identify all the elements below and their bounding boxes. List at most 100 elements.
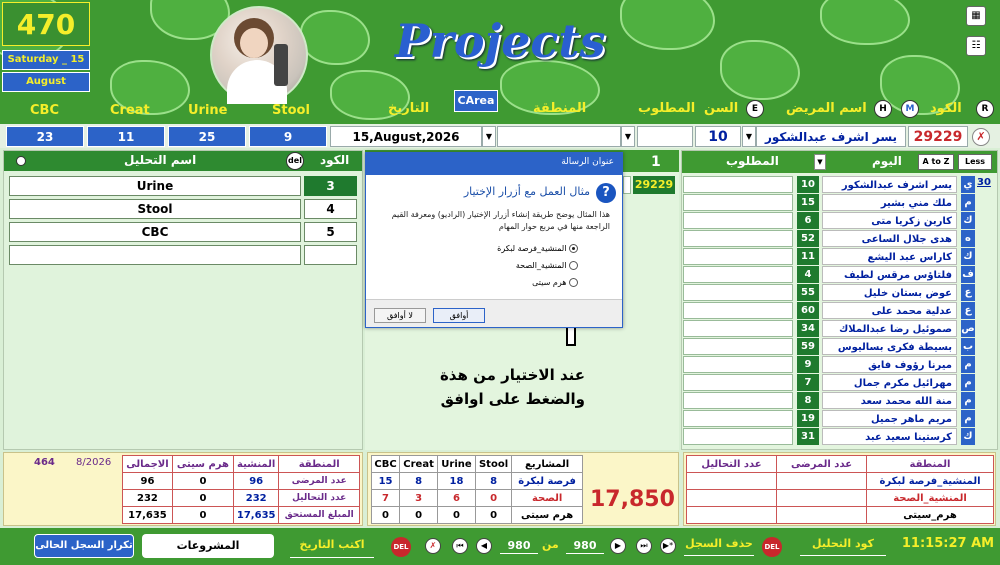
patient-name[interactable]: منة الله محمد سعد: [822, 392, 957, 409]
patient-name[interactable]: ملك مني بشير: [822, 194, 957, 211]
delete-record-field[interactable]: حذف السجل: [684, 534, 754, 556]
required-cell[interactable]: [683, 176, 793, 193]
record-from[interactable]: 980: [500, 538, 538, 554]
test-row[interactable]: Urine 3: [9, 176, 357, 196]
list-item[interactable]: 10 يسر اشرف عبدالشكور ي: [682, 176, 998, 193]
button-h[interactable]: H: [874, 100, 892, 118]
test-code-cell[interactable]: 3: [304, 176, 357, 196]
patient-name[interactable]: صموئيل رضا عبدالملاك: [822, 320, 957, 337]
nav-next-icon[interactable]: ▶: [610, 538, 626, 554]
nav-new-icon[interactable]: ▶*: [660, 538, 676, 554]
required-cell[interactable]: [683, 284, 793, 301]
dialog-option-1[interactable]: المنشية_فرصة لبكرة: [406, 244, 578, 253]
repeat-record-button[interactable]: تكرار السجل الحالى: [34, 534, 134, 558]
required-cell[interactable]: [683, 230, 793, 247]
test-name-cell[interactable]: [9, 245, 301, 265]
sort-atoz-button[interactable]: A to Z: [918, 154, 954, 170]
toolbar-icon-top[interactable]: ▦: [966, 6, 986, 26]
projects-field[interactable]: المشروعات: [142, 534, 274, 558]
middle-code-input[interactable]: [623, 176, 631, 194]
region-field[interactable]: [497, 126, 621, 147]
button-m[interactable]: M: [901, 100, 919, 118]
patient-name[interactable]: فلتاؤس مرقس لطيف: [822, 266, 957, 283]
delete-date-button[interactable]: DEL: [391, 537, 411, 557]
cbc-field[interactable]: 23: [6, 126, 84, 147]
list-item[interactable]: 8 منة الله محمد سعد م: [682, 392, 998, 409]
test-name-cell[interactable]: Stool: [9, 199, 301, 219]
required-cell[interactable]: [683, 302, 793, 319]
required-cell[interactable]: [683, 194, 793, 211]
less-button[interactable]: Less: [958, 154, 992, 170]
required-cell[interactable]: [683, 212, 793, 229]
list-item[interactable]: 34 صموئيل رضا عبدالملاك ص: [682, 320, 998, 337]
list-item[interactable]: 55 عوض بستان خليل ع: [682, 284, 998, 301]
required-cell[interactable]: [683, 428, 793, 445]
list-item[interactable]: 59 بسيطة فكرى بساليوس ب: [682, 338, 998, 355]
patient-name-field[interactable]: يسر اشرف عبدالشكور: [756, 126, 906, 147]
nav-last-icon[interactable]: ⏭: [636, 538, 652, 554]
list-item[interactable]: 7 مهرائيل مكرم جمال م: [682, 374, 998, 391]
list-item[interactable]: 60 عدلية محمد على ع: [682, 302, 998, 319]
list-item[interactable]: 4 فلتاؤس مرقس لطيف ف: [682, 266, 998, 283]
day-dropdown[interactable]: ▼: [814, 154, 826, 170]
dialog-option-3[interactable]: هرم سيتى: [406, 278, 578, 287]
clear-icon[interactable]: ✗: [972, 128, 990, 146]
required-field[interactable]: [637, 126, 693, 147]
required-cell[interactable]: [683, 374, 793, 391]
nav-first-icon[interactable]: ⏮: [452, 538, 468, 554]
radio-button[interactable]: [569, 261, 578, 270]
required-cell[interactable]: [683, 392, 793, 409]
test-code-cell[interactable]: 5: [304, 222, 357, 242]
dialog-ok-button[interactable]: أوافق: [433, 308, 485, 323]
test-name-cell[interactable]: CBC: [9, 222, 301, 242]
required-cell[interactable]: [683, 338, 793, 355]
patient-name[interactable]: بسيطة فكرى بساليوس: [822, 338, 957, 355]
patient-name[interactable]: كرستينا سعيد عبد: [822, 428, 957, 445]
radio-button[interactable]: [569, 278, 578, 287]
region-dropdown[interactable]: ▼: [621, 126, 635, 147]
patient-name[interactable]: ميرنا رؤوف فايق: [822, 356, 957, 373]
date-dropdown[interactable]: ▼: [482, 126, 496, 147]
stool-field[interactable]: 9: [249, 126, 327, 147]
patient-name[interactable]: مريم ماهر جميل: [822, 410, 957, 427]
age-field[interactable]: 10: [695, 126, 741, 147]
patient-dropdown[interactable]: ▼: [742, 126, 756, 147]
test-name-cell[interactable]: Urine: [9, 176, 301, 196]
list-item[interactable]: 6 كارين زكريا متى ك: [682, 212, 998, 229]
button-e[interactable]: E: [746, 100, 764, 118]
list-item[interactable]: 19 مريم ماهر جميل م: [682, 410, 998, 427]
patient-name[interactable]: كاراس عبد اليشع: [822, 248, 957, 265]
code-field[interactable]: 29229: [908, 126, 968, 147]
nav-prev-icon[interactable]: ◀: [476, 538, 492, 554]
tests-select-radio[interactable]: [16, 156, 26, 166]
list-item[interactable]: 15 ملك مني بشير م: [682, 194, 998, 211]
required-cell[interactable]: [683, 356, 793, 373]
list-item[interactable]: 11 كاراس عبد اليشع ك: [682, 248, 998, 265]
list-item[interactable]: 31 كرستينا سعيد عبد ك: [682, 428, 998, 445]
patient-name[interactable]: يسر اشرف عبدالشكور: [822, 176, 957, 193]
button-r[interactable]: R: [976, 100, 994, 118]
dialog-cancel-button[interactable]: لا أوافق: [374, 308, 426, 323]
urine-field[interactable]: 25: [168, 126, 246, 147]
date-field[interactable]: 15,August,2026: [330, 126, 482, 147]
required-cell[interactable]: [683, 266, 793, 283]
patient-name[interactable]: عدلية محمد على: [822, 302, 957, 319]
nav-close-icon[interactable]: ✗: [425, 538, 441, 554]
test-code-cell[interactable]: [304, 245, 357, 265]
required-cell[interactable]: [683, 248, 793, 265]
record-to[interactable]: 980: [566, 538, 604, 554]
test-code-cell[interactable]: 4: [304, 199, 357, 219]
patient-name[interactable]: مهرائيل مكرم جمال: [822, 374, 957, 391]
delete-record-button[interactable]: DEL: [762, 537, 782, 557]
required-cell[interactable]: [683, 320, 793, 337]
patient-name[interactable]: هدى جلال الساعى: [822, 230, 957, 247]
test-code-field[interactable]: كود التحليل: [800, 534, 886, 556]
creat-field[interactable]: 11: [87, 126, 165, 147]
radio-button-selected[interactable]: [569, 244, 578, 253]
write-date-field[interactable]: اكتب التاريخ: [290, 534, 374, 558]
patient-name[interactable]: كارين زكريا متى: [822, 212, 957, 229]
list-item[interactable]: 9 ميرنا رؤوف فايق م: [682, 356, 998, 373]
test-row[interactable]: Stool 4: [9, 199, 357, 219]
test-row[interactable]: CBC 5: [9, 222, 357, 242]
list-item[interactable]: 52 هدى جلال الساعى ه: [682, 230, 998, 247]
